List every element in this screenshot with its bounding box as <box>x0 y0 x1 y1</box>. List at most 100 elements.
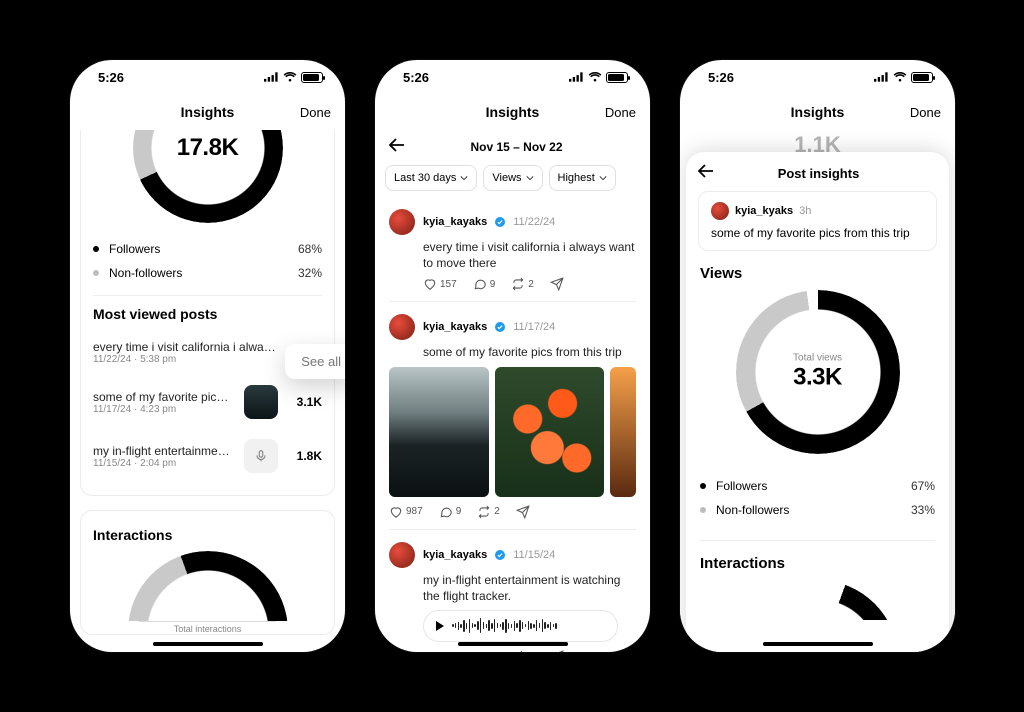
share-button[interactable] <box>550 277 564 291</box>
verified-badge-icon <box>495 322 505 332</box>
comment-icon <box>473 650 487 652</box>
photo-thumb[interactable] <box>610 367 636 497</box>
legend-followers: Followers 68% <box>93 237 322 261</box>
battery-icon <box>301 72 323 83</box>
filter-chip-sort[interactable]: Highest <box>549 165 616 191</box>
verified-badge-icon <box>495 550 505 560</box>
send-icon <box>516 505 530 519</box>
phone-post-insights: 5:26 Insights Done 1.1K Post insights ky… <box>680 60 955 652</box>
most-viewed-heading: Most viewed posts <box>93 306 322 322</box>
cellular-icon <box>569 72 584 82</box>
nav-bar: Insights Done <box>70 94 345 130</box>
share-button[interactable] <box>550 650 564 652</box>
repost-icon <box>511 650 525 652</box>
page-title: Insights <box>486 104 540 120</box>
photo-thumb[interactable] <box>495 367 604 497</box>
share-button[interactable] <box>516 505 530 519</box>
feed-item[interactable]: kyia_kayaks 11/17/24 some of my favorite… <box>375 306 650 524</box>
clock: 5:26 <box>403 70 429 85</box>
cellular-icon <box>874 72 889 82</box>
legend-followers: Followers 67% <box>700 474 935 498</box>
comment-button[interactable]: 9 <box>473 650 496 652</box>
username[interactable]: kyia_kayaks <box>423 321 487 333</box>
legend-nonfollowers: Non-followers 33% <box>700 498 935 522</box>
filter-chip-metric[interactable]: Views <box>483 165 542 191</box>
see-all-button[interactable]: See all <box>285 344 345 379</box>
status-bar: 5:26 <box>70 60 345 94</box>
home-indicator <box>153 642 263 646</box>
feed-item[interactable]: kyia_kayaks 11/15/24 my in-flight entert… <box>375 534 650 652</box>
repost-button[interactable]: 2 <box>511 277 534 291</box>
waveform-icon <box>452 617 557 635</box>
legend-nonfollowers: Non-followers 32% <box>93 261 322 285</box>
feed-item[interactable]: kyia_kayaks 11/22/24 every time i visit … <box>375 201 650 297</box>
views-card: 17.8K Followers 68% Non-followers 32% Mo… <box>80 130 335 496</box>
comment-button[interactable]: 9 <box>439 505 462 519</box>
home-indicator <box>763 642 873 646</box>
like-button[interactable]: 157 <box>423 277 457 291</box>
phone-posts-list: 5:26 Insights Done Nov 15 – Nov 22 Last … <box>375 60 650 652</box>
battery-icon <box>606 72 628 83</box>
total-views-value: 3.3K <box>793 364 842 392</box>
mv-row[interactable]: my in-flight entertainment is w… 11/15/2… <box>93 429 322 483</box>
chevron-down-icon <box>460 174 468 182</box>
play-icon[interactable] <box>436 621 444 631</box>
comment-icon <box>473 277 487 291</box>
post-preview-card[interactable]: kyia_kyaks 3h some of my favorite pics f… <box>698 191 937 251</box>
filter-chip-period[interactable]: Last 30 days <box>385 165 477 191</box>
status-bar: 5:26 <box>375 60 650 94</box>
date-range: Nov 15 – Nov 22 <box>397 140 636 154</box>
wifi-icon <box>283 72 297 82</box>
home-indicator <box>458 642 568 646</box>
like-button[interactable]: 987 <box>389 505 423 519</box>
chevron-down-icon <box>599 174 607 182</box>
page-title: Insights <box>791 104 845 120</box>
repost-button[interactable]: 2 <box>511 650 534 652</box>
done-button[interactable]: Done <box>300 105 331 120</box>
chevron-down-icon <box>526 174 534 182</box>
verified-badge-icon <box>495 217 505 227</box>
done-button[interactable]: Done <box>605 105 636 120</box>
comment-icon <box>439 505 453 519</box>
nav-bar: Insights Done <box>375 94 650 130</box>
heart-icon <box>389 505 403 519</box>
total-views-value: 17.8K <box>177 134 239 162</box>
photo-carousel[interactable] <box>389 367 636 497</box>
like-button[interactable]: 157 <box>423 650 457 652</box>
wifi-icon <box>893 72 907 82</box>
avatar[interactable] <box>389 314 415 340</box>
photo-thumb[interactable] <box>389 367 489 497</box>
heart-icon <box>423 277 437 291</box>
page-title: Insights <box>181 104 235 120</box>
audio-player[interactable] <box>423 610 618 642</box>
done-button[interactable]: Done <box>910 105 941 120</box>
clock: 5:26 <box>98 70 124 85</box>
username: kyia_kyaks <box>735 205 793 217</box>
avatar[interactable] <box>389 542 415 568</box>
comment-button[interactable]: 9 <box>473 277 496 291</box>
mv-row[interactable]: some of my favorite pics from… 11/17/24 … <box>93 375 322 429</box>
avatar <box>711 202 729 220</box>
send-icon <box>550 650 564 652</box>
nav-bar: Insights Done <box>680 94 955 130</box>
views-heading: Views <box>700 265 935 282</box>
send-icon <box>550 277 564 291</box>
interactions-heading: Interactions <box>93 527 322 543</box>
username[interactable]: kyia_kayaks <box>423 216 487 228</box>
cellular-icon <box>264 72 279 82</box>
battery-icon <box>911 72 933 83</box>
phone-insights-overview: 5:26 Insights Done 17.8K Followers 6 <box>70 60 345 652</box>
repost-button[interactable]: 2 <box>477 505 500 519</box>
status-bar: 5:26 <box>680 60 955 94</box>
wifi-icon <box>588 72 602 82</box>
microphone-icon <box>244 439 278 473</box>
repost-icon <box>511 277 525 291</box>
avatar[interactable] <box>389 209 415 235</box>
heart-icon <box>423 650 437 652</box>
interactions-heading: Interactions <box>700 555 935 572</box>
repost-icon <box>477 505 491 519</box>
clock: 5:26 <box>708 70 734 85</box>
interactions-card: Interactions Total interactions <box>80 510 335 635</box>
post-insights-sheet: Post insights kyia_kyaks 3h some of my f… <box>686 152 949 652</box>
username[interactable]: kyia_kayaks <box>423 549 487 561</box>
